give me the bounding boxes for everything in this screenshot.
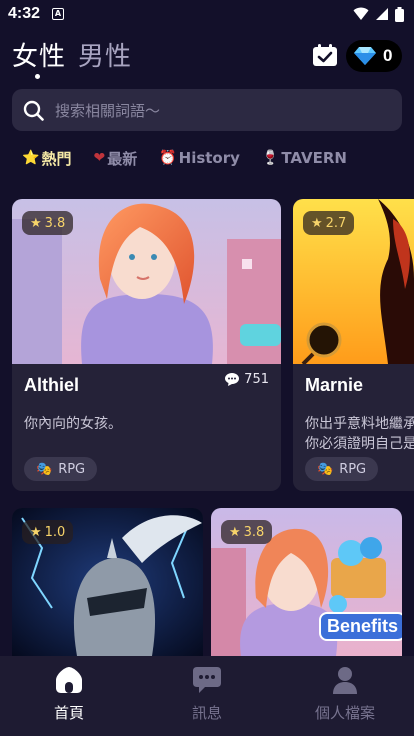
rating-badge: ★ 3.8	[22, 211, 74, 235]
active-tab-indicator	[35, 74, 40, 79]
search-placeholder: 搜索相關詞語～	[55, 101, 161, 120]
genre-tag[interactable]: 🎭 RPG	[24, 457, 98, 481]
category-label: History	[178, 149, 240, 167]
theater-masks-icon: 🎭	[317, 461, 334, 477]
character-card-marnie[interactable]: ★ 2.7 Marnie 你出乎意料地繼承 你必須證明自己是 🎭 RPG	[293, 199, 414, 491]
category-tab-latest[interactable]: ❤ 最新	[93, 146, 137, 170]
status-bar: 4:32 A	[0, 0, 414, 28]
chat-bubble-icon	[225, 373, 240, 386]
benefits-overlay-label: Benefits	[319, 612, 402, 641]
genre-tag[interactable]: 🎭 RPG	[305, 457, 379, 481]
bottom-navigation: 首頁 訊息 個人檔案	[0, 656, 414, 736]
tab-male[interactable]: 男性	[78, 36, 132, 73]
alarm-clock-icon: ⏰	[159, 150, 177, 166]
rating-badge: ★ 2.7	[303, 211, 355, 235]
wine-glass-icon: 🍷	[261, 150, 280, 166]
home-icon	[56, 667, 82, 693]
diamond-icon	[354, 47, 376, 65]
theater-masks-icon: 🎭	[36, 461, 53, 477]
app-notification-icon: A	[52, 8, 65, 20]
star-icon: ★	[229, 524, 241, 540]
signal-icon	[376, 8, 388, 20]
rating-value: 2.7	[325, 215, 347, 231]
star-icon: ★	[30, 215, 42, 231]
star-icon: ★	[311, 215, 323, 231]
diamond-balance-button[interactable]: 0	[346, 40, 402, 72]
status-time: 4:32	[8, 5, 41, 22]
category-tabs: ⭐ 熱門 ❤ 最新 ⏰ History 🍷 TAVERN	[22, 146, 369, 170]
category-label: 熱門	[41, 149, 72, 168]
category-label: 最新	[107, 149, 138, 168]
character-card-knight[interactable]: ★ 1.0	[12, 508, 203, 656]
star-icon: ⭐	[22, 150, 40, 166]
rating-value: 3.8	[44, 215, 66, 231]
tab-female[interactable]: 女性	[12, 36, 66, 73]
search-input[interactable]: 搜索相關詞語～	[12, 89, 402, 131]
category-tab-history[interactable]: ⏰ History	[159, 146, 240, 170]
star-icon: ★	[30, 524, 42, 540]
category-tab-tavern[interactable]: 🍷 TAVERN	[262, 146, 347, 170]
character-card-benefits[interactable]: ★ 3.8 Benefits	[211, 508, 402, 656]
tag-label: RPG	[58, 461, 86, 477]
top-header: 女性 男性 0	[0, 34, 414, 79]
nav-label: 首頁	[53, 704, 84, 722]
tag-label: RPG	[339, 461, 367, 477]
rating-value: 3.8	[243, 524, 265, 540]
nav-label: 訊息	[191, 704, 222, 722]
description-line: 你必須證明自己是	[305, 436, 414, 452]
search-icon	[23, 100, 44, 121]
description-line: 你出乎意料地繼承	[305, 416, 414, 432]
nav-label: 個人檔案	[314, 704, 375, 722]
chat-count-value: 751	[244, 372, 269, 387]
category-tab-hot[interactable]: ⭐ 熱門	[22, 146, 71, 170]
person-icon	[333, 667, 357, 694]
category-label: TAVERN	[281, 149, 347, 167]
diamond-count: 0	[383, 46, 393, 65]
nav-messages[interactable]: 訊息	[157, 666, 257, 723]
nav-home[interactable]: 首頁	[19, 666, 119, 723]
rating-value: 1.0	[44, 524, 66, 540]
heart-icon: ❤	[93, 150, 106, 166]
battery-icon	[395, 6, 404, 22]
rating-badge: ★ 3.8	[221, 520, 273, 544]
calendar-check-icon[interactable]	[313, 44, 337, 66]
character-name: Marnie	[305, 375, 364, 395]
character-description: 你內向的女孩。	[24, 416, 122, 432]
rating-badge: ★ 1.0	[22, 520, 74, 544]
chat-count: 751	[225, 372, 269, 387]
character-card-althiel[interactable]: ★ 3.8 Althiel 751 你內向的女孩。 🎭 RPG	[12, 199, 281, 491]
chat-bubble-icon	[193, 667, 221, 693]
nav-profile[interactable]: 個人檔案	[295, 666, 395, 723]
character-name: Althiel	[24, 375, 80, 395]
wifi-icon	[353, 7, 369, 20]
character-description: 你出乎意料地繼承 你必須證明自己是	[305, 414, 414, 454]
